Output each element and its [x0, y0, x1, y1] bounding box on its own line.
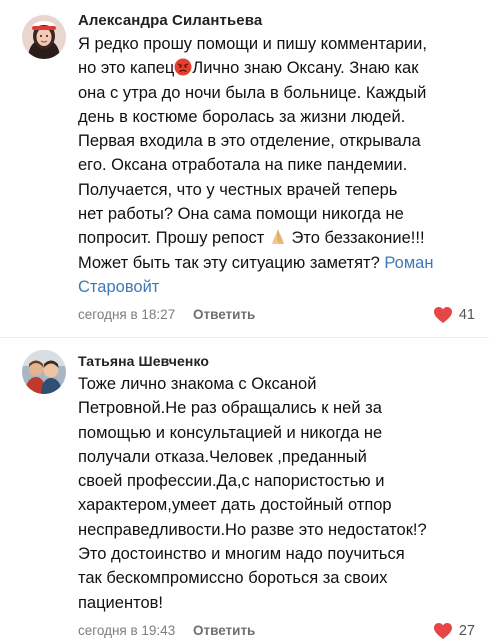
heart-icon	[433, 307, 452, 324]
comment-meta: сегодня в 19:43 Ответить 27	[78, 619, 477, 640]
comment-line: своей профессии.Да,с напористостью и	[78, 472, 385, 491]
praying-hands-emoji	[269, 228, 287, 246]
comment-line: так бескомпромиссно бороться за своих	[78, 569, 388, 588]
comment-text: Тоже лично знакома с Оксаной Петровной.Н…	[78, 372, 477, 615]
comment-text: Я редко прошу помощи и пишу комментарии,…	[78, 32, 477, 299]
comment-line: она с утра до ночи была в больнице. Кажд…	[78, 83, 427, 102]
heart-icon	[433, 622, 452, 639]
comment-line: получали отказа.Человек ,преданный	[78, 447, 367, 466]
comment-line-part: Может быть так эту ситуацию заметят?	[78, 253, 380, 272]
comment-line: Может быть так эту ситуацию заметят? Ром…	[78, 251, 477, 275]
comment-line-part: Лично знаю Оксану. Знаю как	[192, 59, 419, 78]
comment-line: попросит. Прошу репост Это беззаконие!!!	[78, 226, 477, 250]
like-button[interactable]: 27	[433, 619, 475, 640]
like-count: 27	[458, 622, 475, 639]
comment-line: нет работы? Она сама помощи никогда не	[78, 205, 404, 224]
avatar[interactable]	[22, 15, 66, 59]
comment-timestamp[interactable]: сегодня в 18:27	[78, 303, 175, 327]
comment-meta: сегодня в 18:27 Ответить 41	[78, 303, 477, 327]
comment-line: Тоже лично знакома с Оксаной	[78, 375, 317, 393]
comment-line: Получается, что у честных врачей теперь	[78, 180, 398, 199]
comment-line-part: Это беззаконие!!!	[291, 229, 425, 248]
comment-line: Петровной.Не раз обращались к ней за	[78, 399, 382, 418]
comment-line: характером,умеет дать достойный отпор	[78, 496, 392, 515]
reply-button[interactable]: Ответить	[193, 619, 255, 640]
mention-link[interactable]: Старовойт	[78, 275, 477, 299]
comment-author[interactable]: Александра Силантьева	[78, 10, 477, 32]
comment-author[interactable]: Татьяна Шевченко	[78, 350, 477, 372]
like-count: 41	[458, 307, 475, 324]
comment-line: несправедливости.Но разве это недостаток…	[78, 520, 427, 539]
comment-line: помощью и консультацией и никогда не	[78, 423, 383, 442]
comment-line: Это достоинство и многим надо поучиться	[78, 545, 405, 564]
mention-link[interactable]: Роман	[384, 254, 433, 272]
comment-line: его. Оксана отработала на пике пандемии.	[78, 156, 408, 175]
comment-line: но это капец Лично знаю Оксану. Знаю как	[78, 56, 477, 80]
comment-line: день в костюме боролась за жизни людей.	[78, 107, 406, 126]
comment-line-part: но это капец	[78, 59, 175, 78]
comment-line: Первая входила в это отделение, открывал…	[78, 132, 421, 151]
comment-timestamp[interactable]: сегодня в 19:43	[78, 619, 175, 640]
like-button[interactable]: 41	[433, 303, 475, 327]
angry-face-emoji	[174, 58, 192, 76]
reply-button[interactable]: Ответить	[193, 303, 255, 327]
comment-line: пациентов!	[78, 593, 163, 612]
comment-line-part: попросит. Прошу репост	[78, 229, 265, 248]
comment-line: Я редко прошу помощи и пишу комментарии,	[78, 35, 427, 53]
comment-divider	[0, 337, 489, 338]
avatar[interactable]	[22, 350, 66, 394]
